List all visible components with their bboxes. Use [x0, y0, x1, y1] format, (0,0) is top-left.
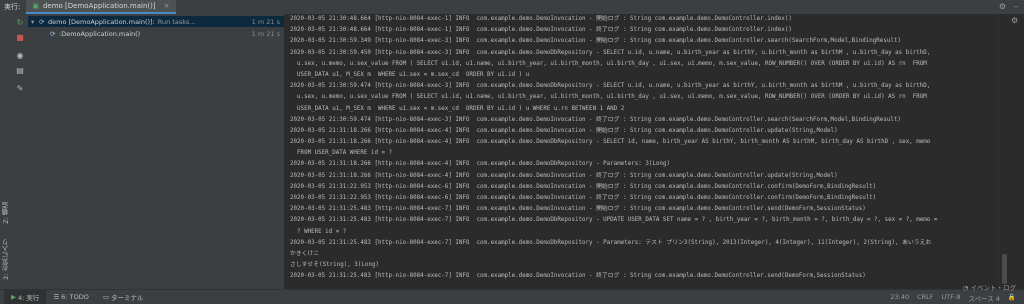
stop-icon[interactable]: ■: [15, 33, 25, 43]
tree-root-suffix: Run tasks...: [157, 17, 196, 26]
todo-icon: ☰: [53, 293, 60, 301]
log-line: かきくけこ: [290, 250, 320, 257]
event-log-link[interactable]: ◔ イベント・ログ: [963, 282, 1016, 292]
log-line: USER_DATA u1, M_SEX m WHERE u1.sex = m.s…: [290, 71, 530, 78]
todo-tab-label: 6: TODO: [61, 293, 89, 301]
scrollbar-thumb[interactable]: [1002, 254, 1007, 284]
log-line: 2020-03-05 21:30:48.664 [http-nio-8084-e…: [290, 16, 792, 22]
log-line: u.sex, u.memo, u.sex_value FROM ( SELECT…: [290, 94, 927, 101]
log-line: 2020-03-05 21:31:22.953 [http-nio-8084-e…: [290, 195, 877, 201]
tab-terminal[interactable]: ▭ ターミナル: [96, 290, 151, 304]
tab-demo-run[interactable]: ▣ demo [DemoApplication.main()] ×: [26, 0, 176, 14]
indent-setting[interactable]: スペース 4: [968, 293, 999, 303]
favorites-tab[interactable]: 2: お気に入り: [1, 239, 11, 280]
view-icon[interactable]: ◉: [15, 51, 25, 61]
log-line: 2020-03-05 21:31:18.266 [http-nio-8084-e…: [290, 172, 838, 179]
log-line: 2020-03-05 21:31:18.266 [http-nio-8084-e…: [290, 127, 838, 134]
tab-todo[interactable]: ☰ 6: TODO: [46, 290, 95, 304]
log-line: 2020-03-05 21:31:22.953 [http-nio-8084-e…: [290, 183, 877, 190]
log-line: 2020-03-05 21:31:18.266 [http-nio-8084-e…: [290, 161, 670, 168]
tree-root-time: 1 m 21 s: [251, 17, 280, 26]
run-toolbar: ↻ ■ ◉ ▤ ✎: [12, 14, 29, 289]
run-toolwindow-header: 実行: ▣ demo [DemoApplication.main()] × ⚙ …: [0, 0, 1024, 15]
tab-run[interactable]: ▶ 4: 実行: [4, 290, 47, 304]
tab-label: demo [DemoApplication.main()]: [42, 2, 156, 10]
tree-child-label: :DemoApplication.main(): [59, 29, 141, 38]
settings-icon[interactable]: ⚙: [999, 2, 1006, 11]
close-icon[interactable]: ×: [164, 2, 170, 10]
run-icon: ▶: [11, 293, 16, 301]
console-output[interactable]: 2020-03-05 21:30:48.664 [http-nio-8084-e…: [285, 14, 998, 289]
terminal-icon: ▭: [102, 293, 109, 301]
line-separator[interactable]: CRLF: [917, 293, 933, 303]
run-config-icon: ▣: [32, 2, 39, 10]
log-line: さしすせそ(String), 3(Long): [290, 262, 379, 269]
file-encoding[interactable]: UTF-8: [942, 293, 961, 303]
console-scrollbar[interactable]: ⚙: [998, 14, 1024, 289]
run-tree-panel: ▾ ⟳ demo [DemoApplication.main()]: Run t…: [28, 14, 285, 289]
run-label: 実行:: [4, 3, 21, 11]
log-line: 2020-03-05 21:30:59.474 [http-nio-8084-e…: [290, 83, 931, 90]
log-line: 2020-03-05 21:31:25.483 [http-nio-8084-e…: [290, 217, 938, 224]
minimize-icon[interactable]: –: [1014, 2, 1018, 11]
sync-icon: ⟳: [50, 29, 56, 38]
log-line: 2020-03-05 21:31:18.266 [http-nio-8084-e…: [290, 139, 931, 146]
log-line: FROM USER_DATA WHERE id = ?: [290, 150, 393, 157]
rerun-icon[interactable]: ↻: [15, 18, 25, 28]
event-log-label: イベント・ログ: [970, 284, 1017, 292]
log-line: 2020-03-05 21:31:25.483 [http-nio-8084-e…: [290, 206, 866, 213]
log-line: USER_DATA u1, M_SEX m WHERE u1.sex = m.s…: [290, 105, 625, 112]
pin-icon[interactable]: ✎: [15, 84, 25, 94]
run-tab-label: 4: 実行: [18, 294, 40, 302]
log-line: 2020-03-05 21:30:59.474 [http-nio-8084-e…: [290, 116, 901, 123]
tree-child-time: 1 m 21 s: [251, 29, 280, 38]
gear-icon[interactable]: ⚙: [1011, 16, 1018, 25]
tree-root-label: demo [DemoApplication.main()]:: [48, 17, 155, 26]
chevron-down-icon[interactable]: ▾: [31, 18, 39, 26]
log-line: 2020-03-05 21:31:25.483 [http-nio-8084-e…: [290, 239, 932, 246]
log-line: u.sex, u.memo, u.sex_value FROM ( SELECT…: [290, 60, 927, 67]
status-bar: ▶ 4: 実行 ☰ 6: TODO ▭ ターミナル ◔ イベント・ログ 23:4…: [0, 284, 1024, 304]
log-line: 2020-03-05 21:30:59.349 [http-nio-8084-e…: [290, 38, 901, 45]
lock-icon[interactable]: 🔒: [1008, 293, 1016, 303]
log-line: 2020-03-05 21:31:25.483 [http-nio-8084-e…: [290, 273, 866, 280]
layout-icon[interactable]: ▤: [15, 66, 25, 76]
structure-tab[interactable]: Z: 構造: [1, 202, 11, 224]
sync-icon: ⟳: [39, 17, 45, 26]
terminal-tab-label: ターミナル: [111, 294, 144, 302]
event-log-icon: ◔: [962, 284, 969, 292]
log-line: ? WHERE id = ?: [290, 228, 347, 235]
log-line: 2020-03-05 21:30:59.450 [http-nio-8084-e…: [290, 49, 931, 56]
log-text: 2020-03-05 21:30:48.664 [http-nio-8084-e…: [290, 14, 998, 283]
tree-row-child[interactable]: ⟳ :DemoApplication.main() 1 m 21 s: [28, 28, 284, 39]
tree-row-root[interactable]: ▾ ⟳ demo [DemoApplication.main()]: Run t…: [28, 16, 284, 27]
caret-position[interactable]: 23:40: [890, 293, 909, 303]
log-line: 2020-03-05 21:30:48.664 [http-nio-8084-e…: [290, 27, 792, 34]
